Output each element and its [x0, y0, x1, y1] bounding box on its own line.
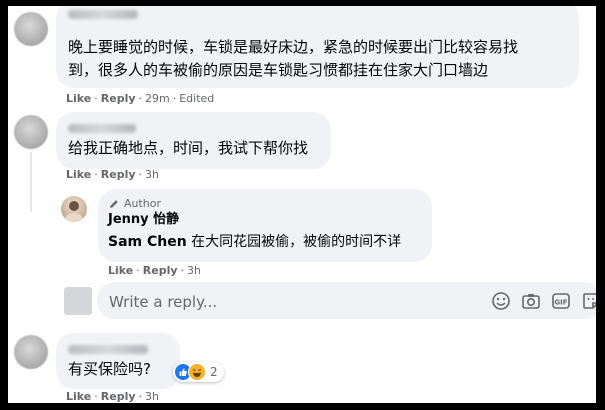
- reply-author-name[interactable]: Jenny 怡静: [108, 211, 179, 229]
- timestamp[interactable]: 3h: [145, 390, 159, 403]
- comment-text: 有买保险吗?: [68, 360, 151, 378]
- commenter-name-redacted[interactable]: [68, 10, 138, 19]
- commenter-avatar[interactable]: [14, 335, 48, 369]
- reply-box: GIF: [97, 282, 596, 321]
- my-avatar[interactable]: [64, 287, 92, 315]
- timestamp[interactable]: 3h: [145, 168, 159, 181]
- like-button[interactable]: Like: [66, 168, 91, 181]
- author-avatar[interactable]: [61, 196, 87, 222]
- portrait-icon: [65, 201, 83, 222]
- reply-button[interactable]: Reply: [101, 92, 136, 105]
- comment-actions: Like · Reply · 3h: [66, 390, 159, 403]
- like-button[interactable]: Like: [108, 264, 133, 277]
- reaction-summary[interactable]: 2: [173, 362, 224, 382]
- emoji-icon[interactable]: [491, 291, 511, 311]
- comment-actions: Like · Reply · 29m · Edited: [66, 92, 215, 105]
- like-button[interactable]: Like: [66, 390, 91, 403]
- comment-text: 给我正确地点，时间，我试下帮你找: [68, 139, 309, 157]
- reply-button[interactable]: Reply: [101, 168, 136, 181]
- comment-text-line: 晚上要睡觉的时候，车锁是最好床边，紧急的时候要出门比较容易找: [68, 38, 519, 56]
- commenter-avatar[interactable]: [14, 115, 48, 149]
- reply-text: Sam Chen 在大同花园被偷，被偷的时间不详: [108, 231, 401, 253]
- author-badge: Author: [108, 197, 161, 210]
- reaction-count: 2: [210, 365, 218, 379]
- mention-link[interactable]: Sam Chen: [108, 234, 187, 250]
- pencil-icon: [110, 199, 118, 208]
- author-badge-label: Author: [124, 197, 162, 210]
- thread-line: [30, 152, 32, 212]
- comment-text-line: 到，很多人的车被偷的原因是车锁匙习惯都挂在住家大门口墙边: [68, 61, 489, 79]
- haha-reaction-icon: [188, 363, 206, 381]
- reply-text-body: 在大同花园被偷，被偷的时间不详: [186, 234, 402, 250]
- reply-actions: Like · Reply · 3h: [108, 264, 201, 277]
- sticker-icon[interactable]: [581, 291, 596, 311]
- reply-input[interactable]: [107, 282, 471, 321]
- reply-button[interactable]: Reply: [101, 390, 136, 403]
- camera-icon[interactable]: [521, 291, 541, 311]
- commenter-avatar[interactable]: [14, 12, 48, 46]
- svg-text:GIF: GIF: [554, 299, 567, 307]
- gif-icon[interactable]: GIF: [551, 291, 571, 311]
- reply-button[interactable]: Reply: [143, 264, 178, 277]
- edited-label: Edited: [179, 92, 215, 105]
- commenter-name-redacted[interactable]: [68, 124, 136, 133]
- comment-actions: Like · Reply · 3h: [66, 168, 159, 181]
- timestamp[interactable]: 29m: [145, 92, 170, 105]
- comment-section: 晚上要睡觉的时候，车锁是最好床边，紧急的时候要出门比较容易找 到，很多人的车被偷…: [8, 6, 596, 403]
- timestamp[interactable]: 3h: [187, 264, 201, 277]
- like-button[interactable]: Like: [66, 92, 91, 105]
- commenter-name-redacted[interactable]: [68, 345, 148, 354]
